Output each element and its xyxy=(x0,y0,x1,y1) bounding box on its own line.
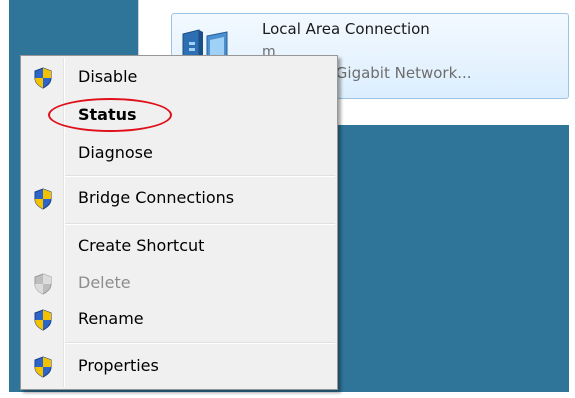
menu-item-label: Create Shortcut xyxy=(78,236,205,255)
shield-icon xyxy=(34,188,52,210)
shield-icon xyxy=(34,273,52,295)
menu-item-label: Properties xyxy=(78,356,159,375)
shield-icon xyxy=(34,356,52,378)
menu-item-label: Delete xyxy=(78,273,131,292)
menu-item-disable[interactable]: Disable xyxy=(23,62,335,92)
menu-item-label: Diagnose xyxy=(78,143,153,162)
menu-separator xyxy=(65,342,335,344)
red-annotation-ellipse xyxy=(48,98,172,132)
menu-item-label: Bridge Connections xyxy=(78,188,235,207)
menu-item-label: Disable xyxy=(78,67,138,86)
menu-separator xyxy=(65,223,335,225)
menu-item-delete: Delete xyxy=(23,268,335,298)
menu-separator xyxy=(65,175,335,177)
menu-item-bridge-connections[interactable]: Bridge Connections xyxy=(23,183,335,213)
menu-item-properties[interactable]: Properties xyxy=(23,351,335,381)
menu-item-label: Rename xyxy=(78,309,144,328)
menu-item-rename[interactable]: Rename xyxy=(23,304,335,334)
shield-icon xyxy=(34,67,52,89)
menu-item-diagnose[interactable]: Diagnose xyxy=(23,138,335,168)
shield-icon xyxy=(34,309,52,331)
menu-item-create-shortcut[interactable]: Create Shortcut xyxy=(23,231,335,261)
network-name: Local Area Connection xyxy=(262,20,430,38)
